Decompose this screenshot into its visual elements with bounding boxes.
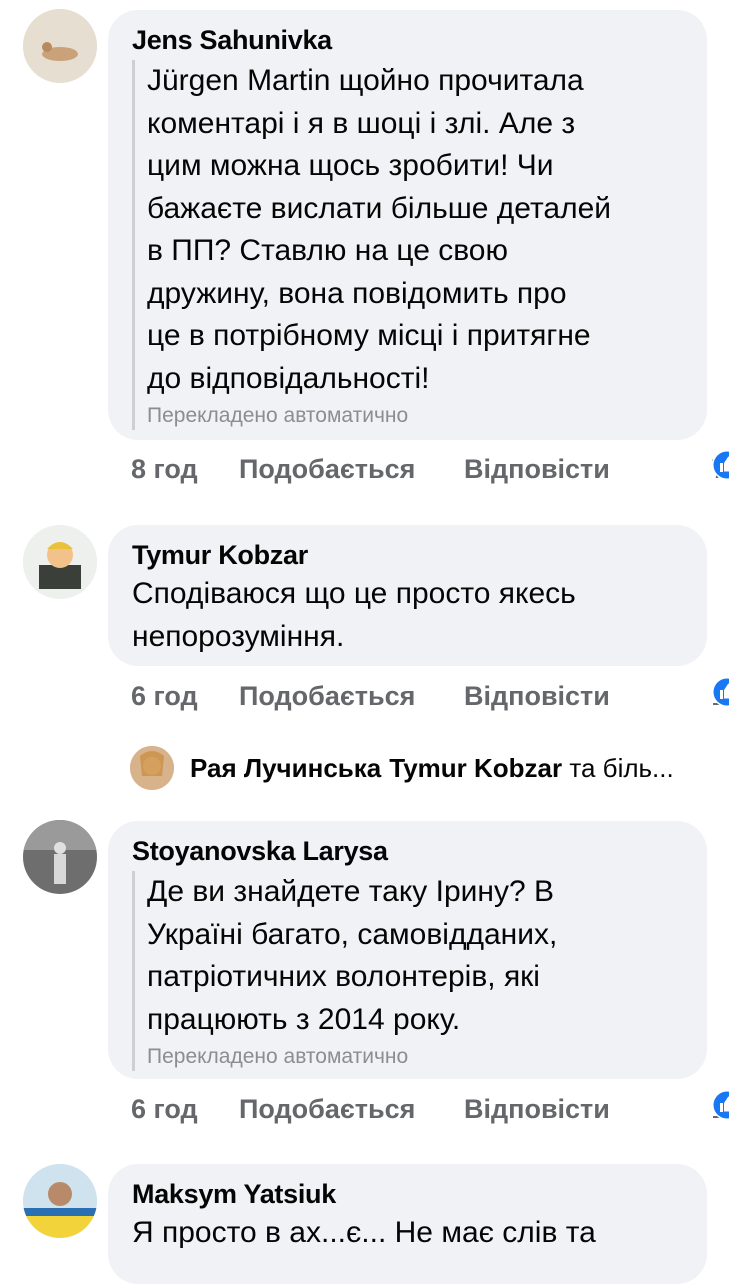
avatar[interactable]: [23, 820, 97, 894]
comment-bubble: Jens Sahunivka Jürgen Martin щойно прочи…: [108, 10, 707, 440]
like-button[interactable]: Подобається: [239, 449, 415, 489]
avatar[interactable]: [130, 746, 174, 790]
comment-bubble: Tymur Kobzar Сподіваюся що це просто яке…: [108, 525, 707, 666]
reply-preview[interactable]: Рая Лучинська Tymur Kobzar та біль...: [130, 745, 720, 791]
comment-text: Jürgen Martin щойно прочитала коментарі …: [147, 60, 683, 400]
comment-author[interactable]: Jens Sahunivka: [132, 24, 683, 56]
like-reaction-icon: [711, 676, 729, 708]
avatar[interactable]: [23, 1164, 97, 1238]
comment-author[interactable]: Stoyanovska Larysa: [132, 835, 683, 867]
comment-text: Я просто в ах...є... Не має слів та: [132, 1212, 683, 1255]
avatar[interactable]: [23, 525, 97, 599]
comment-bubble: Stoyanovska Larysa Де ви знайдете таку І…: [108, 821, 707, 1079]
reply-author[interactable]: Рая Лучинська: [190, 753, 381, 784]
reply-button[interactable]: Відповісти: [464, 1089, 610, 1129]
comment-actions: 6 год Подобається Відповісти 1: [131, 1089, 711, 1129]
comment-author[interactable]: Tymur Kobzar: [132, 539, 683, 571]
comment-bubble: Maksym Yatsiuk Я просто в ах...є... Не м…: [108, 1164, 707, 1284]
like-button[interactable]: Подобається: [239, 676, 415, 716]
comment-actions: 8 год Подобається Відповісти 7: [131, 449, 711, 489]
comment-actions: 6 год Подобається Відповісти 1: [131, 676, 711, 716]
reply-button[interactable]: Відповісти: [464, 676, 610, 716]
translated-quote: Jürgen Martin щойно прочитала коментарі …: [132, 60, 683, 430]
reply-button[interactable]: Відповісти: [464, 449, 610, 489]
reply-snippet: Tymur Kobzar та біль...: [389, 753, 673, 784]
like-reaction-icon: [711, 449, 729, 481]
like-button[interactable]: Подобається: [239, 1089, 415, 1129]
comment-time[interactable]: 6 год: [131, 676, 198, 716]
like-reaction-icon: [711, 1089, 729, 1121]
comment-time[interactable]: 6 год: [131, 1089, 198, 1129]
comment-time[interactable]: 8 год: [131, 449, 198, 489]
auto-translated-note[interactable]: Перекладено автоматично: [147, 402, 683, 430]
translated-quote: Де ви знайдете таку Ірину? В Україні баг…: [132, 871, 683, 1071]
auto-translated-note[interactable]: Перекладено автоматично: [147, 1043, 683, 1071]
comment-text: Сподіваюся що це просто якесь непорозумі…: [132, 573, 683, 658]
comment-text: Де ви знайдете таку Ірину? В Україні баг…: [147, 871, 683, 1041]
comment-author[interactable]: Maksym Yatsiuk: [132, 1178, 683, 1210]
avatar[interactable]: [23, 9, 97, 83]
